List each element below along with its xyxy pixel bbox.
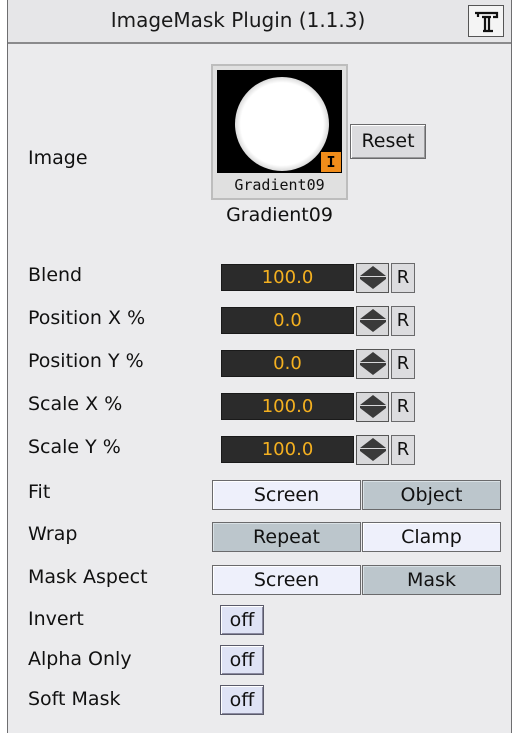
wrap-repeat-option[interactable]: Repeat xyxy=(212,522,361,552)
thumbnail-caption: Gradient09 xyxy=(234,176,325,194)
mask-aspect-screen-option[interactable]: Screen xyxy=(212,565,361,595)
alpha-only-toggle[interactable]: off xyxy=(220,645,264,675)
reset-image-button[interactable]: Reset xyxy=(350,124,426,159)
panel-title: ImageMask Plugin (1.1.3) xyxy=(110,8,366,32)
image-label: Image xyxy=(28,147,88,169)
position-x-reset-button[interactable]: R xyxy=(391,306,415,336)
soft-mask-toggle[interactable]: off xyxy=(220,685,264,715)
position-y-label: Position Y % xyxy=(28,350,144,372)
wrap-clamp-option[interactable]: Clamp xyxy=(362,522,501,552)
position-x-value-field[interactable]: 0.0 xyxy=(221,307,354,334)
invert-label: Invert xyxy=(28,608,84,630)
gradient-preview-image: I xyxy=(217,70,342,173)
scale-x-value-field[interactable]: 100.0 xyxy=(221,393,354,420)
fit-screen-option[interactable]: Screen xyxy=(212,480,361,510)
mask-aspect-label: Mask Aspect xyxy=(28,566,148,588)
scale-x-stepper-icon[interactable] xyxy=(356,392,389,422)
blend-reset-button[interactable]: R xyxy=(391,263,415,293)
image-name: Gradient09 xyxy=(226,204,333,226)
position-y-reset-button[interactable]: R xyxy=(391,349,415,379)
scale-x-reset-button[interactable]: R xyxy=(391,392,415,422)
alpha-only-label: Alpha Only xyxy=(28,648,132,670)
position-x-label: Position X % xyxy=(28,307,146,329)
scale-x-label: Scale X % xyxy=(28,393,123,415)
image-type-badge-icon: I xyxy=(320,151,342,173)
soft-mask-label: Soft Mask xyxy=(28,688,121,710)
blend-stepper-icon[interactable] xyxy=(356,263,389,293)
position-y-stepper-icon[interactable] xyxy=(356,349,389,379)
position-y-value-field[interactable]: 0.0 xyxy=(221,350,354,377)
plugin-info-icon[interactable] xyxy=(468,5,504,37)
panel-header: ImageMask Plugin (1.1.3) xyxy=(8,0,511,44)
imagemask-plugin-panel: ImageMask Plugin (1.1.3) Image I Gradien… xyxy=(7,0,512,733)
scale-y-label: Scale Y % xyxy=(28,436,121,458)
fit-label: Fit xyxy=(28,481,51,503)
blend-label: Blend xyxy=(28,264,83,286)
wrap-label: Wrap xyxy=(28,523,78,545)
scale-y-value-field[interactable]: 100.0 xyxy=(221,436,354,463)
scale-y-reset-button[interactable]: R xyxy=(391,435,415,465)
scale-y-stepper-icon[interactable] xyxy=(356,435,389,465)
fit-object-option[interactable]: Object xyxy=(362,480,501,510)
mask-aspect-mask-option[interactable]: Mask xyxy=(362,565,501,595)
blend-value-field[interactable]: 100.0 xyxy=(221,264,354,291)
position-x-stepper-icon[interactable] xyxy=(356,306,389,336)
image-thumbnail[interactable]: I Gradient09 xyxy=(211,64,348,200)
invert-toggle[interactable]: off xyxy=(220,605,264,635)
